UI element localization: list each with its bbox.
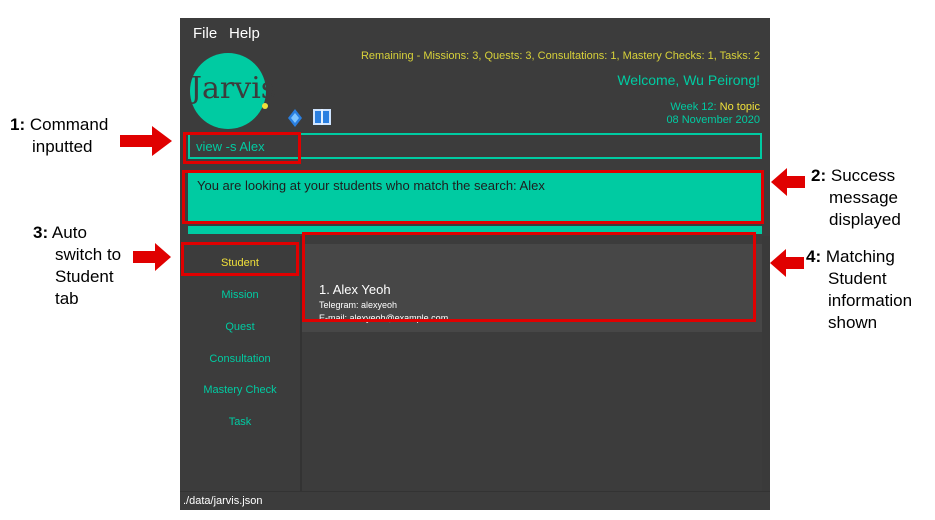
data-file-path: ./data/jarvis.json <box>183 495 263 507</box>
menu-bar: File Help <box>180 18 770 48</box>
annotation-1-number: 1: <box>10 115 26 134</box>
current-date: 08 November 2020 <box>666 114 760 126</box>
arrow-left-icon <box>770 249 804 277</box>
jarvis-logo: Jarvis <box>190 53 277 129</box>
list-scrollbar[interactable] <box>762 236 770 491</box>
annotation-2-line1: Success <box>830 166 896 185</box>
highlight-command <box>183 132 301 164</box>
annotation-4-line2: Student <box>828 269 887 288</box>
book-icon <box>313 109 331 125</box>
highlight-result <box>182 170 764 224</box>
annotation-3-line2: switch to <box>55 245 122 264</box>
welcome-message: Welcome, Wu Peirong! <box>617 72 760 88</box>
annotation-3-line4: tab <box>55 289 79 308</box>
menu-file[interactable]: File <box>193 25 217 42</box>
tab-consultation[interactable]: Consultation <box>180 353 300 365</box>
arrow-right-icon <box>133 243 171 271</box>
annotation-4-line1: Matching <box>825 247 895 266</box>
arrow-right-icon <box>120 126 172 156</box>
highlight-student-tab <box>181 242 299 276</box>
week-label: Week 12: <box>670 101 720 113</box>
gem-icon <box>288 109 302 127</box>
annotation-4-line3: information <box>828 291 913 310</box>
annotation-4-number: 4: <box>806 247 822 266</box>
tab-mastery-check[interactable]: Mastery Check <box>180 384 300 396</box>
highlight-student-card <box>302 232 756 322</box>
status-bar: ./data/jarvis.json <box>180 491 770 510</box>
annotation-3-line3: Student <box>55 267 114 286</box>
tab-task[interactable]: Task <box>180 416 300 428</box>
annotation-2-number: 2: <box>811 166 827 185</box>
tab-mission[interactable]: Mission <box>180 289 300 301</box>
arrow-left-icon <box>771 168 805 196</box>
annotation-2-line2: message <box>829 188 898 207</box>
menu-help[interactable]: Help <box>229 25 260 42</box>
annotation-1: 1: Command inputted <box>10 114 108 158</box>
annotation-1-line2: inputted <box>32 137 93 156</box>
remaining-summary: Remaining - Missions: 3, Quests: 3, Cons… <box>360 50 760 62</box>
annotation-4-line4: shown <box>828 313 878 332</box>
week-topic: No topic <box>719 101 760 113</box>
annotation-3-line1: Auto <box>51 223 87 242</box>
logo-text: Jarvis <box>190 71 277 106</box>
tab-quest[interactable]: Quest <box>180 321 300 333</box>
annotation-3: 3: Auto switch to Student tab <box>33 222 121 310</box>
annotation-2: 2: Success message displayed <box>811 165 901 231</box>
annotation-2-line3: displayed <box>829 210 901 229</box>
week-info: Week 12: No topic <box>670 101 760 113</box>
annotation-4: 4: Matching Student information shown <box>806 246 912 334</box>
header-info: Jarvis Remaining - Missions: 3, Quests: … <box>180 48 770 129</box>
annotation-1-line1: Command <box>29 115 109 134</box>
logo-dot <box>262 103 268 109</box>
annotation-3-number: 3: <box>33 223 49 242</box>
